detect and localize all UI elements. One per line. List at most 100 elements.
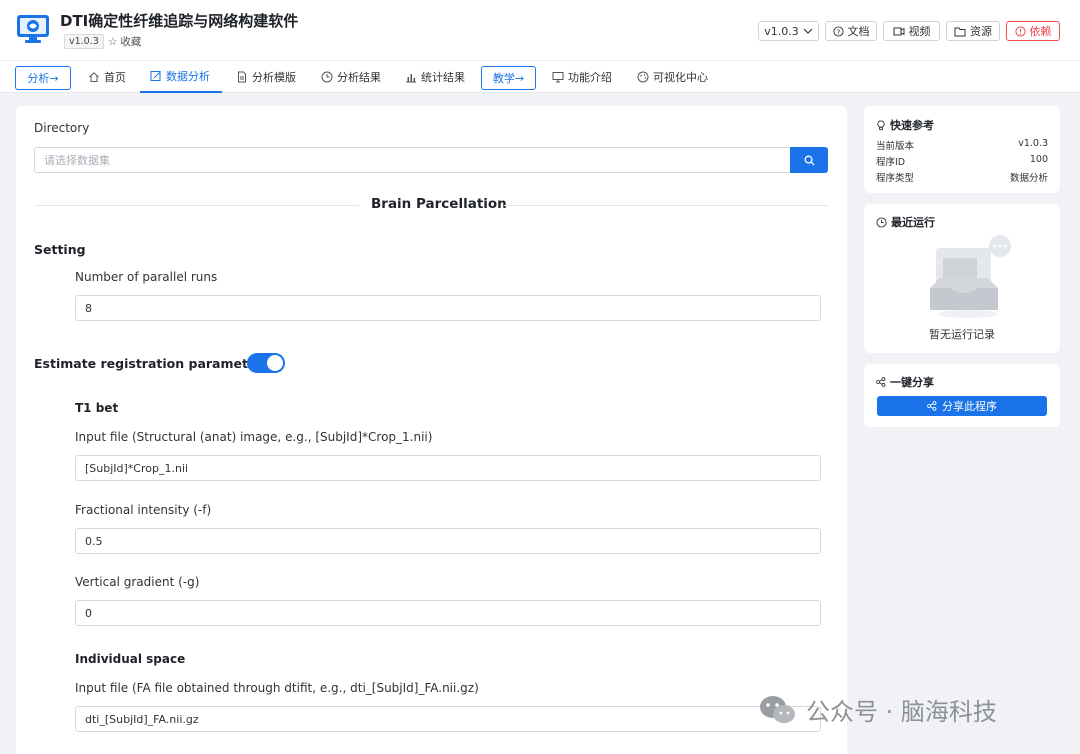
share-title: 一键分享: [876, 374, 934, 390]
help-icon: ?: [832, 25, 844, 37]
nav-item-label: 统计结果: [421, 71, 465, 84]
parallel-runs-input[interactable]: 8: [75, 295, 821, 321]
quick-ref-row: 程序ID 100: [876, 154, 1048, 168]
share-card: 一键分享 分享此程序: [864, 364, 1060, 427]
docs-label: 文档: [847, 25, 870, 38]
recent-runs-title-text: 最近运行: [891, 216, 935, 229]
quick-ref-value: 数据分析: [1009, 173, 1048, 184]
vertical-gradient-input[interactable]: 0: [75, 600, 821, 626]
quick-ref-value: v1.0.3: [1018, 138, 1048, 149]
analysis-form-panel: Directory 请选择数据集 Brain Parcellation Sett…: [16, 106, 847, 754]
share-icon: [876, 377, 886, 387]
monitor-icon: [552, 72, 564, 83]
nav-item-templates[interactable]: 分析模版: [236, 61, 296, 93]
star-icon: ☆: [108, 35, 118, 48]
nav-item-label: 首页: [104, 71, 126, 84]
quick-ref-key: 程序ID: [876, 157, 906, 168]
fractional-intensity-label: Fractional intensity (-f): [75, 503, 212, 517]
quick-reference-title-text: 快速参考: [890, 119, 934, 132]
clock-icon: [321, 71, 333, 83]
nav-item-features[interactable]: 功能介绍: [552, 61, 612, 93]
individual-space-heading: Individual space: [75, 652, 186, 666]
video-label: 视频: [908, 25, 931, 38]
bar-chart-icon: [406, 74, 416, 83]
quick-ref-key: 当前版本: [876, 141, 915, 152]
share-program-button[interactable]: 分享此程序: [877, 396, 1047, 416]
section-title: Brain Parcellation: [371, 196, 507, 212]
version-select[interactable]: v1.0.3: [758, 21, 819, 41]
nav-item-label: 可视化中心: [653, 71, 708, 84]
nav-item-label: 分析模版: [252, 71, 296, 84]
app-title: DTI确定性纤维追踪与网络构建软件: [60, 12, 299, 30]
directory-search-button[interactable]: [790, 147, 828, 173]
svg-text:?: ?: [836, 27, 840, 36]
quick-ref-row: 程序类型 数据分析: [876, 170, 1048, 184]
fa-input-field[interactable]: dti_[SubjId]_FA.nii.gz: [75, 706, 821, 732]
nav-item-label: 数据分析: [166, 70, 210, 83]
wechat-icon: [760, 695, 795, 723]
app-logo-icon: [17, 15, 49, 43]
empty-runs-text: 暂无运行记录: [929, 328, 995, 341]
directory-label: Directory: [34, 121, 90, 135]
fractional-intensity-input[interactable]: 0.5: [75, 528, 821, 554]
favorite-label: 收藏: [120, 36, 142, 48]
input-file-label: Input file (Structural (anat) image, e.g…: [75, 430, 433, 444]
fa-input-label: Input file (FA file obtained through dti…: [75, 681, 479, 695]
quick-ref-row: 当前版本 v1.0.3: [876, 138, 1048, 152]
favorite-button[interactable]: ☆ 收藏: [108, 34, 141, 49]
share-title-text: 一键分享: [890, 376, 934, 389]
empty-inbox-illustration: [930, 235, 1011, 318]
video-button[interactable]: 视频: [883, 21, 940, 41]
setting-heading: Setting: [34, 242, 86, 257]
edit-icon: [150, 71, 161, 81]
watermark-text: 公众号 · 脑海科技: [806, 698, 997, 726]
quick-ref-value: 100: [1029, 154, 1048, 165]
folder-icon: [954, 27, 966, 36]
deps-label: 依赖: [1029, 25, 1052, 38]
version-select-value: v1.0.3: [764, 24, 799, 38]
chevron-down-icon: [803, 28, 813, 34]
docs-button[interactable]: ? 文档: [825, 21, 877, 41]
home-icon: [89, 72, 99, 82]
main-nav: 分析→ 首页 数据分析 分析模版 分析结果 统计结果 教学→ 功能介绍 可视化中…: [0, 60, 1080, 93]
recent-runs-card: 最近运行 暂无运行记录: [864, 204, 1060, 353]
input-file-field[interactable]: [SubjId]*Crop_1.nii: [75, 455, 821, 481]
share-button-label: 分享此程序: [942, 400, 997, 413]
section-divider-left: [34, 205, 359, 206]
file-icon: [238, 71, 246, 83]
nav-item-data-analysis[interactable]: 数据分析: [140, 61, 222, 93]
resources-label: 资源: [970, 25, 992, 38]
resources-button[interactable]: 资源: [946, 21, 1000, 41]
alert-icon: [1014, 25, 1026, 37]
vertical-gradient-label: Vertical gradient (-g): [75, 575, 200, 589]
nav-item-visualization[interactable]: 可视化中心: [637, 61, 708, 93]
teaching-nav-button[interactable]: 教学→: [481, 66, 536, 90]
quick-ref-key: 程序类型: [876, 173, 915, 184]
palette-icon: [637, 71, 649, 83]
share-icon: [927, 401, 937, 411]
clock-icon: [876, 216, 887, 228]
quick-reference-card: 快速参考 当前版本 v1.0.3 程序ID 100 程序类型 数据分析: [864, 106, 1060, 193]
nav-item-label: 分析结果: [337, 71, 381, 84]
section-divider-right: [504, 205, 828, 206]
parallel-runs-label: Number of parallel runs: [75, 270, 218, 284]
nav-item-statistics[interactable]: 统计结果: [405, 61, 465, 93]
nav-item-label: 功能介绍: [568, 71, 612, 84]
watermark: 公众号 · 脑海科技: [758, 692, 997, 727]
nav-item-home[interactable]: 首页: [88, 61, 126, 93]
recent-runs-title: 最近运行: [876, 214, 935, 230]
estimate-registration-toggle[interactable]: [247, 353, 285, 373]
app-header: DTI确定性纤维追踪与网络构建软件 v1.0.3 ☆ 收藏 v1.0.3 ? 文…: [0, 0, 1080, 60]
search-icon: [804, 155, 815, 166]
lightbulb-icon: [877, 119, 885, 130]
toggle-knob: [267, 355, 283, 371]
quick-reference-title: 快速参考: [876, 117, 934, 133]
video-icon: [893, 27, 904, 35]
t1-bet-heading: T1 bet: [75, 401, 119, 415]
directory-input[interactable]: 请选择数据集: [34, 147, 791, 173]
estimate-registration-label: Estimate registration parameters: [34, 356, 271, 371]
nav-item-results[interactable]: 分析结果: [321, 61, 381, 93]
analysis-nav-button[interactable]: 分析→: [15, 66, 71, 90]
version-badge: v1.0.3: [64, 34, 104, 49]
dependencies-button[interactable]: 依赖: [1006, 21, 1060, 41]
